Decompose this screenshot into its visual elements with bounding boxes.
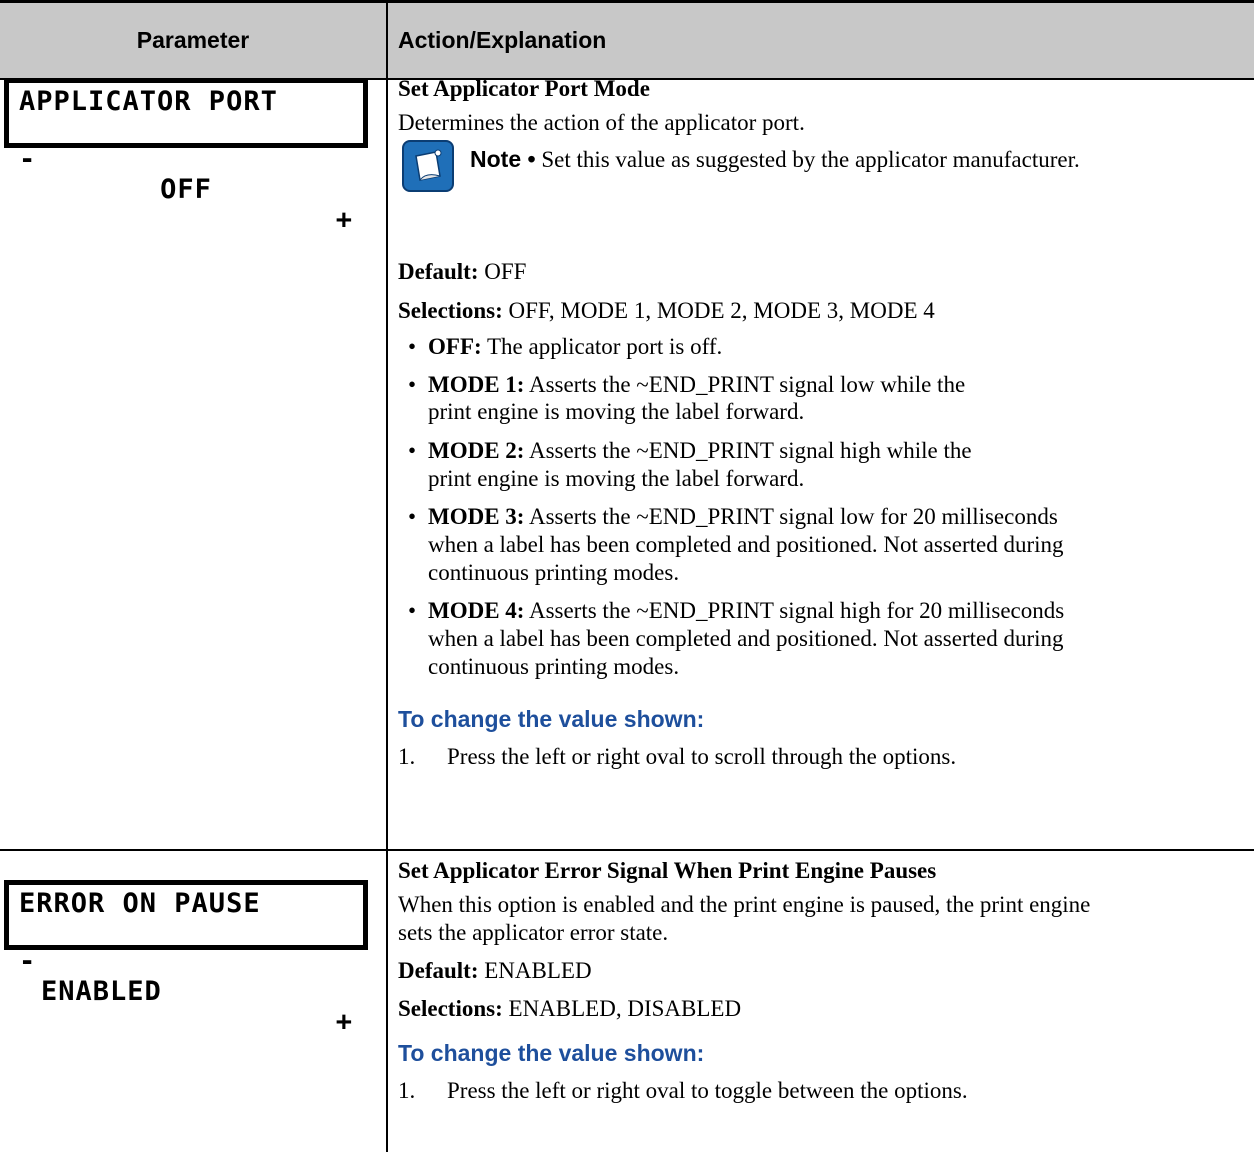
lcd-display-applicator-port: APPLICATOR PORT - OFF + <box>4 78 368 235</box>
header-action: Action/Explanation <box>398 27 607 53</box>
lcd-line1: APPLICATOR PORT <box>19 86 278 117</box>
row1-default: Default: OFF <box>398 259 527 284</box>
lcd-plus: + <box>335 1006 353 1037</box>
header-parameter: Parameter <box>136 27 250 53</box>
lcd-value: ENABLED <box>41 976 162 1007</box>
lcd-plus: + <box>335 204 353 235</box>
note-text: Note • Set this value as suggested by th… <box>470 146 1080 172</box>
lcd-minus: - <box>19 144 37 175</box>
row2-change-heading: To change the value shown: <box>398 1040 705 1066</box>
row1-description: Determines the action of the applicator … <box>398 110 805 135</box>
row1-title: Set Applicator Port Mode <box>398 76 650 101</box>
header-divider <box>386 3 388 83</box>
lcd-minus: - <box>19 946 37 977</box>
column-divider-row2 <box>386 851 388 1152</box>
table-header: Parameter Action/Explanation <box>0 0 1254 83</box>
row2-selections: Selections: ENABLED, DISABLED <box>398 996 742 1021</box>
column-divider-row1 <box>386 80 388 850</box>
lcd-display-error-on-pause: ERROR ON PAUSE - ENABLED + <box>4 880 368 1037</box>
row2-description-line1: When this option is enabled and the prin… <box>398 892 1091 917</box>
row-divider <box>0 849 1254 851</box>
row2-description-line2: sets the applicator error state. <box>398 920 669 945</box>
row1-change-heading: To change the value shown: <box>398 706 705 732</box>
note-icon <box>402 140 454 192</box>
row2-title: Set Applicator Error Signal When Print E… <box>398 858 937 883</box>
lcd-line1: ERROR ON PAUSE <box>19 888 261 919</box>
lcd-value: OFF <box>160 174 212 205</box>
row2-default: Default: ENABLED <box>398 958 592 983</box>
row1-selections: Selections: OFF, MODE 1, MODE 2, MODE 3,… <box>398 298 935 323</box>
